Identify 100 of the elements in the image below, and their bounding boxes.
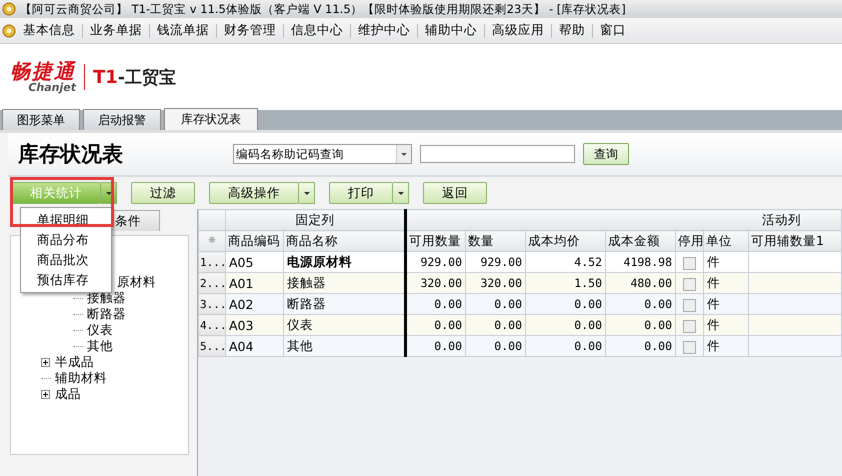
menu-item[interactable]: 钱流单据 (150, 22, 216, 39)
checkbox[interactable] (683, 340, 696, 354)
tree-item[interactable]: 成品 (53, 386, 81, 402)
table-cell: 0.00 (406, 314, 466, 336)
menu-item[interactable]: 财务管理 (217, 22, 283, 39)
table-cell: 0.00 (406, 336, 466, 356)
menu-item[interactable]: 业务单据 (83, 22, 149, 39)
table-cell: 件 (704, 336, 748, 356)
checkbox[interactable] (683, 278, 696, 291)
table-cell: A04 (226, 336, 284, 356)
table-cell: 0.00 (606, 294, 676, 314)
column-header[interactable]: 成本均价 (526, 230, 606, 252)
table-cell: 其他 (284, 336, 406, 356)
coin-icon (2, 2, 16, 16)
toolbar-button[interactable]: 过滤 (131, 182, 195, 204)
table-cell: A01 (226, 272, 284, 294)
menu-item[interactable]: 辅助中心 (418, 22, 484, 39)
menu-item[interactable]: 预估库存 (21, 270, 111, 290)
table-cell: A02 (226, 294, 284, 314)
row-number: 2... (198, 272, 226, 294)
product-mark: T1 (93, 66, 118, 88)
table-cell: 4198.98 (606, 252, 676, 272)
table-cell: 0.00 (606, 314, 676, 336)
row-number: 3... (198, 294, 226, 314)
tab[interactable]: 启动报警 (83, 109, 161, 130)
logo-subtitle: Chanjet (28, 82, 76, 94)
menu-item[interactable]: 商品批次 (21, 250, 111, 270)
column-header[interactable]: 停用 (676, 230, 704, 252)
checkbox[interactable] (683, 256, 696, 270)
row-number: 5... (198, 336, 226, 356)
checkbox[interactable] (683, 298, 696, 312)
tree-item[interactable]: 辅助材料 (53, 370, 107, 386)
column-header[interactable]: 可用辅数量1 (748, 230, 842, 252)
group-header: 活动列 (406, 210, 842, 230)
table-cell: A03 (226, 314, 284, 336)
caret-icon (104, 190, 112, 196)
expander-icon[interactable] (41, 390, 50, 398)
table-cell: 件 (704, 314, 748, 336)
tree-item[interactable]: 其他 (85, 338, 113, 354)
menu-item[interactable]: 基本信息 (16, 22, 82, 39)
table-cell: 4.52 (526, 252, 606, 272)
tree-item[interactable]: 原材料 (115, 274, 156, 290)
toolbar-button[interactable]: 打印 (329, 182, 393, 204)
toolbar-button[interactable]: 高级操作 (209, 182, 299, 204)
table-cell: 0.00 (466, 294, 526, 314)
toolbar-button[interactable]: 返回 (423, 182, 487, 204)
product-name: -工贸宝 (118, 66, 176, 88)
dropdown-button[interactable] (393, 182, 409, 204)
tree-item[interactable]: 仪表 (85, 322, 113, 338)
search-mode-dropdown[interactable]: 编码名称助记码查询 (233, 144, 412, 164)
page-title: 库存状况表 (16, 140, 124, 168)
search-field[interactable] (420, 145, 575, 163)
tree-item[interactable]: 断路器 (85, 306, 126, 322)
table-cell: 1.50 (526, 272, 606, 294)
expander-icon[interactable] (41, 358, 50, 366)
table-cell: 480.00 (606, 272, 676, 294)
menu-item[interactable]: 窗口 (593, 22, 633, 39)
table-cell: 件 (704, 294, 748, 314)
dropdown-button[interactable] (299, 182, 315, 204)
table-cell: 电源原材料 (284, 252, 406, 272)
table-cell: 断路器 (284, 294, 406, 314)
table-cell: 0.00 (466, 314, 526, 336)
group-header: 固定列 (226, 210, 406, 230)
table-cell: 0.00 (606, 336, 676, 356)
table-cell: 929.00 (466, 252, 526, 272)
column-header[interactable]: 商品名称 (284, 230, 406, 252)
table-cell: 件 (704, 252, 748, 272)
logo-text: 畅捷通 (10, 60, 76, 82)
table-cell: 件 (704, 272, 748, 294)
table-cell: 接触器 (284, 272, 406, 294)
column-header[interactable]: 可用数量 (406, 230, 466, 252)
table-cell: 0.00 (526, 314, 606, 336)
row-number: 1... (198, 252, 226, 272)
table-cell: A05 (226, 252, 284, 272)
menu-item[interactable]: 信息中心 (284, 22, 350, 39)
caret-icon (396, 190, 404, 196)
tab[interactable]: 库存状况表 (164, 108, 258, 130)
table-cell: 929.00 (406, 252, 466, 272)
column-header[interactable]: 商品编码 (226, 230, 284, 252)
tab[interactable]: 图形菜单 (2, 109, 80, 130)
table-cell: 0.00 (526, 294, 606, 314)
tree-item[interactable]: 半成品 (53, 354, 94, 370)
column-header[interactable]: 数量 (466, 230, 526, 252)
menu-item[interactable]: 维护中心 (351, 22, 417, 39)
table-cell: 0.00 (466, 336, 526, 356)
table-cell: 320.00 (466, 272, 526, 294)
coin-icon (2, 24, 16, 38)
menu-item[interactable]: 帮助 (552, 22, 592, 39)
checkbox[interactable] (683, 320, 696, 333)
window-title: 【阿可云商贸公司】 T1-工贸宝 v 11.5体验版（客户端 V 11.5）【限时体验版使用期限还剩23天】 - [库存状况表] (20, 2, 626, 16)
column-header[interactable]: 成本金额 (606, 230, 676, 252)
table-cell: 0.00 (526, 336, 606, 356)
table-cell: 0.00 (406, 294, 466, 314)
caret-icon (302, 190, 310, 196)
table-cell: 仪表 (284, 314, 406, 336)
query-button[interactable]: 查询 (583, 143, 629, 165)
column-header[interactable]: 单位 (704, 230, 748, 252)
caret-icon (400, 152, 408, 156)
menu-item[interactable]: 高级应用 (485, 22, 551, 39)
menu-item[interactable]: 商品分布 (21, 230, 111, 250)
